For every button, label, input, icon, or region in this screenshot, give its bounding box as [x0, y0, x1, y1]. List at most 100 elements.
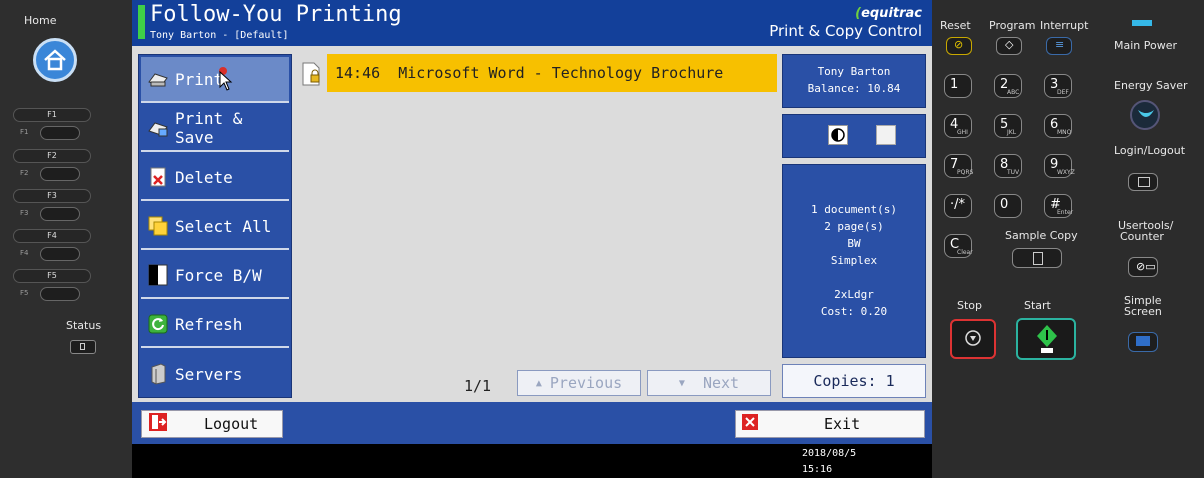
bottom-bar: Logout Exit — [132, 402, 932, 444]
job-time: 14:46 — [335, 64, 381, 82]
sidebar-item-label: Print & Save — [175, 109, 243, 147]
servers-icon — [147, 363, 169, 385]
cursor-icon — [219, 71, 233, 91]
next-button[interactable]: ▼ Next — [647, 370, 771, 396]
f3-button[interactable] — [40, 207, 80, 221]
key-letters: Enter — [1057, 209, 1074, 216]
key-letters: DEF — [1057, 89, 1069, 96]
sidebar-item-label: Refresh — [175, 314, 243, 334]
key-star[interactable]: ·/* — [944, 194, 972, 218]
simple-screen-button[interactable] — [1128, 332, 1158, 352]
sidebar-item-select-all[interactable]: Select All — [141, 204, 289, 250]
key-digit: 0 — [1000, 197, 1009, 212]
f4-label: F4 — [13, 229, 91, 243]
key-clear[interactable]: C Clear — [944, 234, 973, 258]
f2-button[interactable] — [40, 167, 80, 181]
f1-small-label: F1 — [20, 128, 29, 136]
sample-copy-button[interactable] — [1012, 248, 1062, 268]
user-name: Tony Barton — [817, 65, 891, 78]
refresh-icon — [147, 313, 169, 335]
job-row[interactable]: 14:46 Microsoft Word - Technology Brochu… — [327, 54, 777, 92]
print-save-icon — [147, 117, 169, 139]
previous-button[interactable]: ▲ Previous — [517, 370, 641, 396]
user-default: Tony Barton - [Default] — [150, 30, 289, 41]
key-5[interactable]: 5 JKL — [994, 114, 1022, 138]
sidebar-item-print[interactable]: Print — [141, 57, 289, 103]
left-hardware-panel: Home F1 F1 F2 F2 F3 F3 F4 F4 F5 F5 Statu… — [0, 0, 132, 478]
screen-label: Screen — [1124, 305, 1162, 318]
interrupt-button[interactable]: ≡ — [1046, 37, 1072, 55]
stop-button[interactable] — [950, 319, 996, 359]
home-button[interactable] — [33, 38, 77, 82]
key-2[interactable]: 2 ABC — [994, 74, 1022, 98]
key-letters: PQRS — [957, 169, 974, 176]
key-3[interactable]: 3 DEF — [1044, 74, 1072, 98]
sample-copy-icon — [1033, 252, 1043, 265]
f4-button[interactable] — [40, 247, 80, 261]
title-bar: Follow-You Printing Tony Barton - [Defau… — [132, 0, 932, 46]
key-8[interactable]: 8 TUV — [994, 154, 1022, 178]
page-mode-icon[interactable] — [876, 125, 896, 145]
summary-color: BW — [847, 237, 861, 250]
sidebar-item-label: Select All — [175, 216, 272, 236]
sidebar-item-print-save[interactable]: Print & Save — [141, 106, 289, 152]
login-logout-button[interactable] — [1128, 173, 1158, 191]
status-date: 2018/08/5 — [802, 448, 857, 459]
key-0[interactable]: 0 — [994, 194, 1022, 218]
bw-mode-icon[interactable] — [828, 125, 848, 145]
logout-label: Logout — [204, 415, 259, 433]
key-letters: ABC — [1007, 89, 1020, 96]
f1-label: F1 — [13, 108, 91, 122]
sidebar-item-delete[interactable]: Delete — [141, 155, 289, 201]
force-bw-icon — [147, 264, 169, 286]
f3-label: F3 — [13, 189, 91, 203]
user-info-box: Tony Barton Balance: 10.84 — [782, 54, 926, 108]
sample-copy-label: Sample Copy — [1005, 229, 1078, 242]
summary-documents: 1 document(s) — [810, 203, 898, 216]
sidebar-item-servers[interactable]: Servers — [141, 351, 289, 397]
brand-name: equitrac — [861, 6, 922, 21]
start-button[interactable] — [1016, 318, 1076, 360]
job-list: 14:46 Microsoft Word - Technology Brochu… — [300, 54, 778, 354]
sidebar-item-refresh[interactable]: Refresh — [141, 302, 289, 348]
key-1[interactable]: 1 — [944, 74, 972, 98]
exit-button[interactable]: Exit — [735, 410, 925, 438]
color-mode-box — [782, 114, 926, 158]
usertools-button[interactable]: ⊘▭ — [1128, 257, 1158, 277]
program-button[interactable]: ◇ — [996, 37, 1022, 55]
status-button[interactable] — [70, 340, 96, 354]
previous-label: Previous — [549, 374, 623, 392]
key-7[interactable]: 7 PQRS — [944, 154, 974, 178]
app-subtitle: Print & Copy Control — [769, 22, 922, 40]
f3-small-label: F3 — [20, 209, 29, 217]
energy-saver-button[interactable] — [1130, 100, 1160, 130]
f1-button[interactable] — [40, 126, 80, 140]
f5-button[interactable] — [40, 287, 80, 301]
key-6[interactable]: 6 MNO — [1044, 114, 1072, 138]
key-9[interactable]: 9 WXYZ — [1044, 154, 1075, 178]
summary-cost: Cost: 0.20 — [820, 305, 888, 318]
next-label: Next — [702, 374, 740, 392]
status-icon — [80, 343, 85, 350]
copies-button[interactable]: Copies: 1 — [782, 364, 926, 398]
key-hash-enter[interactable]: # Enter — [1044, 194, 1074, 218]
program-icon: ◇ — [1005, 38, 1014, 51]
arrow-down-icon: ▼ — [678, 377, 685, 389]
interrupt-label: Interrupt — [1040, 19, 1089, 32]
status-time: 15:16 — [802, 464, 833, 475]
right-hardware-panel: Reset Program Interrupt ⊘ ◇ ≡ Main Power… — [932, 0, 1204, 478]
sidebar-item-force-bw[interactable]: Force B/W — [141, 253, 289, 299]
sidebar-item-label: Force B/W — [175, 265, 262, 285]
f2-label: F2 — [13, 149, 91, 163]
logout-button[interactable]: Logout — [141, 410, 283, 438]
reset-button[interactable]: ⊘ — [946, 37, 972, 55]
key-letters: MNO — [1057, 129, 1072, 136]
key-4[interactable]: 4 GHI — [944, 114, 972, 138]
login-icon — [1138, 177, 1150, 187]
logout-icon — [148, 412, 168, 436]
printer-icon — [147, 68, 169, 90]
main-power-label: Main Power — [1114, 39, 1178, 52]
interrupt-icon: ≡ — [1055, 38, 1065, 51]
energy-saver-label: Energy Saver — [1114, 79, 1188, 92]
key-digit: 1 — [950, 77, 959, 92]
